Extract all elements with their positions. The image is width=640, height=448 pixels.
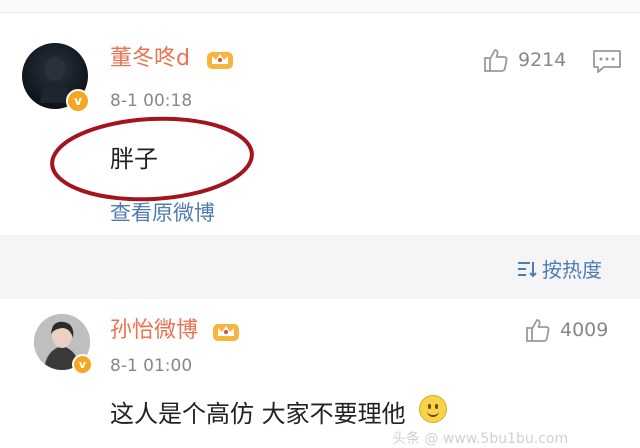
- thumbs-up-icon: [484, 49, 508, 72]
- sort-by-popularity-button[interactable]: 按热度: [516, 254, 602, 283]
- sort-label: 按热度: [542, 258, 602, 282]
- username[interactable]: 董冬咚d: [110, 46, 190, 72]
- like-button[interactable]: 4009: [524, 316, 608, 344]
- comment-text: 胖子: [110, 145, 158, 173]
- verified-badge-icon: v: [72, 354, 93, 375]
- top-divider: [0, 0, 640, 13]
- smile-emoji-icon: [419, 395, 447, 423]
- crown-icon: [213, 324, 239, 341]
- timestamp: 8-1 01:00: [110, 356, 193, 376]
- like-button[interactable]: 9214: [482, 46, 566, 74]
- like-count: 4009: [560, 319, 609, 341]
- crown-icon: [207, 52, 233, 69]
- comment-card-1: v 董冬咚d 8-1 00:18 9214 胖子 查看原微博: [0, 13, 640, 235]
- thumbs-up-icon: [526, 319, 550, 342]
- reply-icon[interactable]: [592, 49, 622, 75]
- comment-text: 这人是个高仿 大家不要理他: [110, 400, 406, 428]
- view-original-link[interactable]: 查看原微博: [110, 197, 215, 227]
- verified-badge-icon: v: [66, 89, 90, 113]
- timestamp: 8-1 00:18: [110, 91, 193, 111]
- username[interactable]: 孙怡微博: [110, 318, 198, 344]
- watermark: 头条 @ www.5bu1bu.com: [392, 431, 569, 447]
- like-count: 9214: [518, 49, 567, 71]
- sort-icon: [518, 261, 537, 277]
